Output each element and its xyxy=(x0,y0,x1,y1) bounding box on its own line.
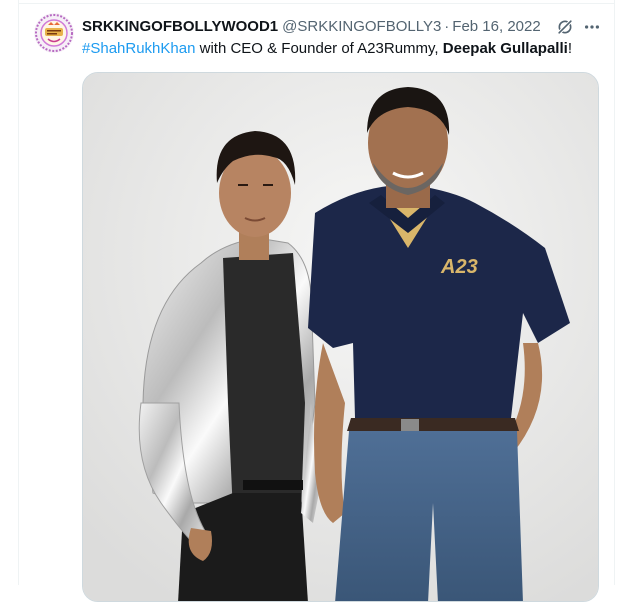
srk-fan-badge-icon xyxy=(34,13,74,53)
bold-name: Deepak Gullapalli xyxy=(442,40,568,57)
tweet-header: SRKKINGOFBOLLYWOOD1 @SRKKINGOFBOLLY3 · F… xyxy=(82,16,541,36)
hashtag-link[interactable]: #ShahRukhKhan xyxy=(82,40,195,57)
grok-button[interactable] xyxy=(554,16,576,38)
photo-two-men: A23 xyxy=(83,73,598,601)
more-horizontal-icon xyxy=(584,25,600,29)
shirt-logo: A23 xyxy=(440,256,478,278)
divider xyxy=(19,3,614,4)
tweet-date[interactable]: Feb 16, 2022 xyxy=(452,18,540,35)
author-display-name[interactable]: SRKKINGOFBOLLYWOOD1 xyxy=(82,18,278,35)
avatar[interactable] xyxy=(34,13,74,53)
tweet-text-middle: with CEO & Founder of A23Rummy, xyxy=(195,40,443,57)
more-options-button[interactable] xyxy=(581,16,603,38)
author-handle[interactable]: @SRKKINGOFBOLLY3 xyxy=(282,18,441,35)
tweet-text: #ShahRukhKhan with CEO & Founder of A23R… xyxy=(82,39,607,59)
tweet-text-end: ! xyxy=(567,40,572,57)
tweet-photo[interactable]: A23 xyxy=(82,72,599,602)
grok-icon xyxy=(557,19,573,35)
header-separator: · xyxy=(444,17,450,35)
tweet-container: SRKKINGOFBOLLYWOOD1 @SRKKINGOFBOLLY3 · F… xyxy=(18,0,615,602)
